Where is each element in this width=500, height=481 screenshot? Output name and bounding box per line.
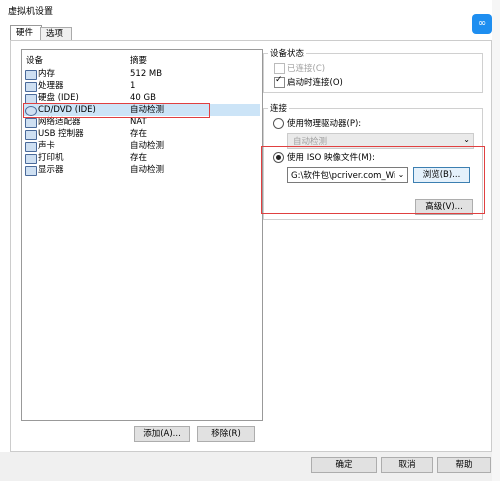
connected-checkbox[interactable] <box>274 63 285 74</box>
chevron-down-icon: ⌄ <box>463 135 470 144</box>
device-column-header: 设备 <box>26 56 44 66</box>
cancel-button[interactable]: 取消 <box>381 457 433 473</box>
help-button[interactable]: 帮助 <box>437 457 491 473</box>
device-name: 处理器 <box>38 81 64 91</box>
ok-button[interactable]: 确定 <box>311 457 377 473</box>
dialog-button-bar: 确定 取消 帮助 <box>0 452 500 481</box>
summary-column-header: 摘要 <box>130 56 148 66</box>
device-status-title: 设备状态 <box>268 47 307 59</box>
use-physical-radio[interactable] <box>273 118 284 129</box>
device-name: 打印机 <box>38 153 64 163</box>
sound-icon <box>25 142 37 152</box>
add-button[interactable]: 添加(A)... <box>134 426 190 442</box>
title-bar: 虚拟机设置 <box>0 0 500 24</box>
cpu-icon <box>25 82 37 92</box>
device-name: 显示器 <box>38 165 64 175</box>
cloud-icon[interactable]: ∞ <box>472 14 492 34</box>
device-summary: 自动检测 <box>130 165 165 175</box>
device-list: 设备 摘要 内存 512 MB 处理器 1 硬盘 (IDE) 40 GB CD/… <box>21 49 263 421</box>
device-row-usb[interactable]: USB 控制器 存在 <box>24 128 260 140</box>
device-name: 内存 <box>38 69 56 79</box>
connection-title: 连接 <box>268 102 290 114</box>
device-summary: 存在 <box>130 153 148 163</box>
highlight-iso-section <box>261 146 485 214</box>
scrollbar[interactable] <box>492 0 500 481</box>
tab-hardware[interactable]: 硬件 <box>10 25 42 41</box>
window-title: 虚拟机设置 <box>8 7 54 17</box>
device-name: 声卡 <box>38 141 56 151</box>
device-summary: 自动检测 <box>130 141 165 151</box>
device-name: USB 控制器 <box>38 129 84 139</box>
settings-panel: 设备 摘要 内存 512 MB 处理器 1 硬盘 (IDE) 40 GB CD/… <box>10 40 492 452</box>
device-row-sound[interactable]: 声卡 自动检测 <box>24 140 260 152</box>
tab-options[interactable]: 选项 <box>40 27 72 41</box>
display-icon <box>25 166 37 176</box>
network-icon <box>25 118 37 128</box>
use-physical-label: 使用物理驱动器(P): <box>287 119 362 129</box>
device-summary: 512 MB <box>130 69 163 79</box>
device-summary: 存在 <box>130 129 148 139</box>
device-row-memory[interactable]: 内存 512 MB <box>24 68 260 80</box>
device-summary: 1 <box>130 81 136 91</box>
remove-button[interactable]: 移除(R) <box>197 426 255 442</box>
connect-on-power-label: 启动时连接(O) <box>287 78 343 88</box>
device-row-display[interactable]: 显示器 自动检测 <box>24 164 260 176</box>
connected-label: 已连接(C) <box>287 64 326 74</box>
highlight-cd-dvd <box>23 103 210 118</box>
device-row-cpu[interactable]: 处理器 1 <box>24 80 260 92</box>
usb-icon <box>25 130 37 140</box>
memory-icon <box>25 70 37 80</box>
connect-on-power-checkbox[interactable] <box>274 75 285 88</box>
printer-icon <box>25 154 37 164</box>
device-row-printer[interactable]: 打印机 存在 <box>24 152 260 164</box>
